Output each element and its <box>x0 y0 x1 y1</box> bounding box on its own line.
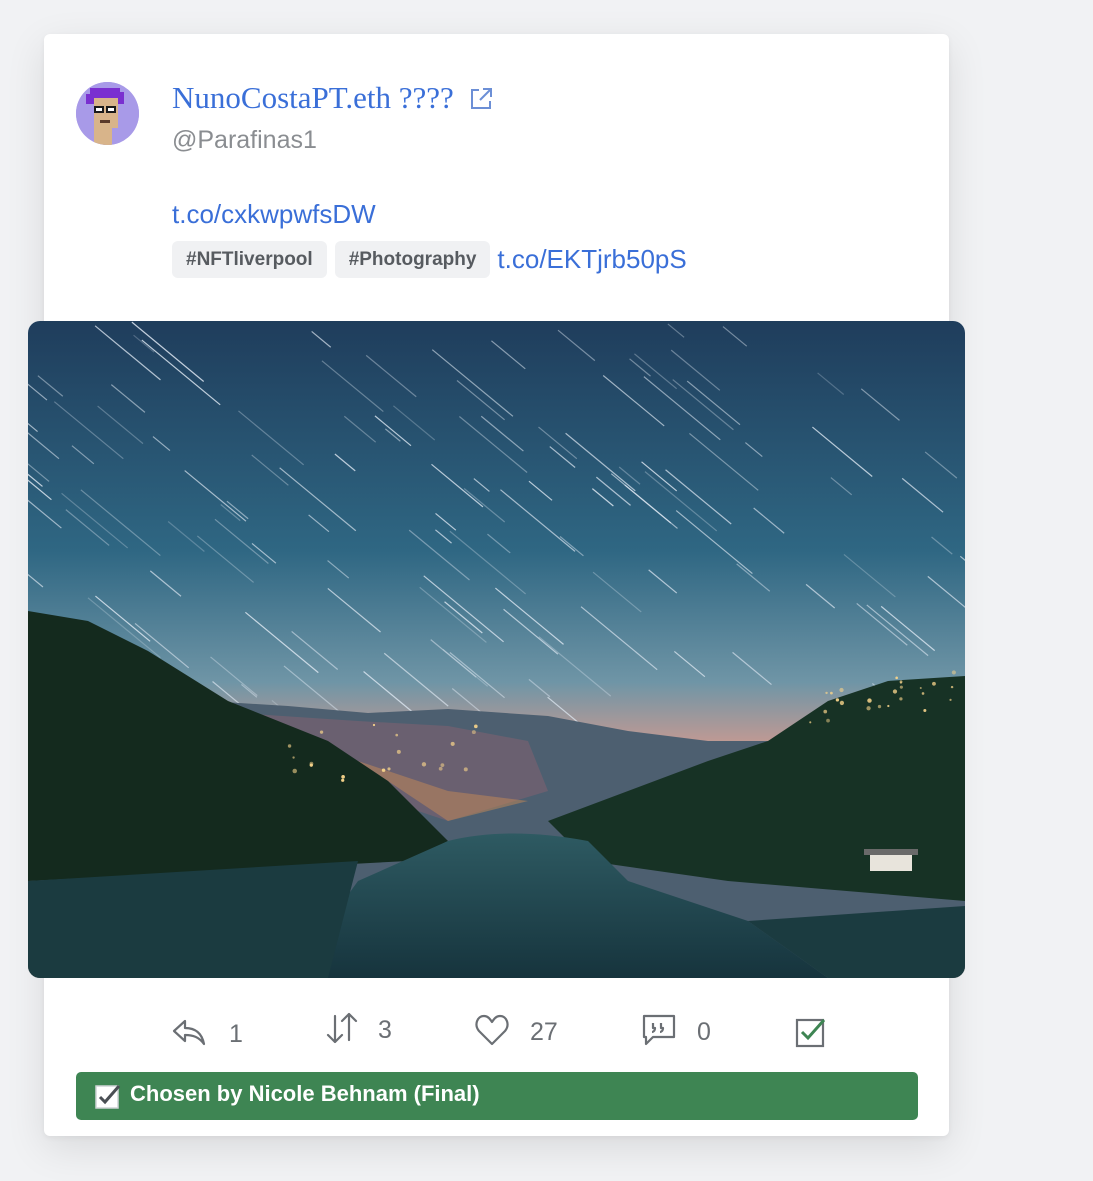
author-row: NunoCostaPT.eth ???? <box>172 80 494 116</box>
select-action[interactable] <box>794 1004 828 1064</box>
hashtag-row: #NFTliverpool #Photography t.co/EKTjrb50… <box>172 241 687 278</box>
retweet-count: 3 <box>378 1015 392 1044</box>
tweet-card: NunoCostaPT.eth ???? @Parafinas1 t.co/cx… <box>28 34 965 1136</box>
author-name[interactable]: NunoCostaPT.eth ???? <box>172 80 454 116</box>
external-link-icon[interactable] <box>468 86 494 112</box>
author-handle: @Parafinas1 <box>172 126 317 154</box>
hashtag-photography[interactable]: #Photography <box>334 241 491 278</box>
avatar[interactable] <box>76 82 139 145</box>
like-action[interactable]: 27 <box>474 1002 558 1062</box>
tweet-media-image[interactable] <box>28 321 965 978</box>
action-bar: 1 3 27 0 <box>44 1004 949 1064</box>
retweet-action[interactable]: 3 <box>324 1000 392 1060</box>
chosen-label: Chosen by Nicole Behnam (Final) <box>130 1081 480 1106</box>
quote-action[interactable]: 0 <box>641 1002 711 1062</box>
quote-icon[interactable] <box>641 1013 677 1052</box>
reply-action[interactable]: 1 <box>171 1004 243 1064</box>
tweet-link-primary[interactable]: t.co/cxkwpwfsDW <box>172 199 376 230</box>
retweet-icon[interactable] <box>324 1010 360 1051</box>
reply-icon[interactable] <box>171 1017 207 1052</box>
star-trails-photo <box>28 321 965 978</box>
hashtag-nftliverpool[interactable]: #NFTliverpool <box>172 241 327 278</box>
check-icon <box>94 1082 122 1110</box>
checkbox-icon[interactable] <box>794 1015 828 1054</box>
like-count: 27 <box>530 1017 558 1046</box>
quote-count: 0 <box>697 1017 711 1046</box>
heart-icon[interactable] <box>474 1013 510 1052</box>
reply-count: 1 <box>229 1019 243 1048</box>
chosen-banner: Chosen by Nicole Behnam (Final) <box>76 1072 918 1120</box>
tweet-link-secondary[interactable]: t.co/EKTjrb50pS <box>497 244 686 275</box>
